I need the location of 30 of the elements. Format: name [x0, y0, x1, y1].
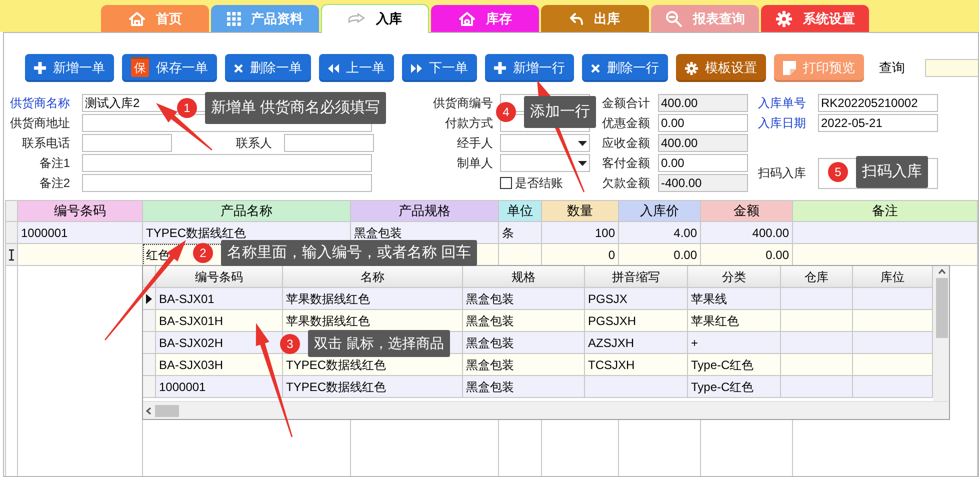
field-label: 供货商地址	[9, 115, 70, 132]
field-label: 制单人	[456, 155, 493, 172]
field-label: 备注1	[38, 155, 70, 172]
field-label: 客付金额	[601, 155, 650, 172]
field-label: 付款方式	[444, 115, 493, 132]
field-label: 供货商名称	[9, 95, 70, 112]
field-label: 应收金额	[601, 135, 650, 152]
hint-tooltip: 添加一行	[524, 96, 596, 128]
hint-tooltip: 扫码入库	[856, 156, 928, 188]
field-label: 优惠金额	[601, 115, 650, 132]
field-label: 欠款金额	[601, 175, 650, 192]
hint-tooltip: 双击 鼠标，选择商品	[308, 330, 450, 357]
field-label: 供货商编号	[432, 95, 493, 112]
bag-icon: 保	[131, 57, 149, 77]
table-cell: 黑盒包装	[463, 376, 585, 398]
field-label: 入库单号	[758, 95, 807, 112]
step-badge: 4	[496, 102, 516, 122]
table-cell: Type-C红色	[688, 376, 781, 398]
checkbox-label: 是否结账	[515, 175, 563, 192]
search-label: 查询	[879, 59, 905, 78]
hint-tooltip: 新增单 供货商名必须填写	[205, 92, 386, 124]
field-label: 联系人	[235, 135, 272, 152]
hint-tooltip: 名称里面，输入编号，或者名称 回车	[221, 240, 478, 266]
field-label: 备注2	[38, 175, 70, 192]
field-label: 金额合计	[601, 95, 650, 112]
field-label: 扫码入库	[758, 165, 807, 182]
field-label: 经手人	[456, 135, 493, 152]
table-cell: TYPEC数据线红色	[283, 376, 463, 398]
field-label: 入库日期	[758, 115, 807, 132]
field-label: 联系电话	[21, 135, 70, 152]
